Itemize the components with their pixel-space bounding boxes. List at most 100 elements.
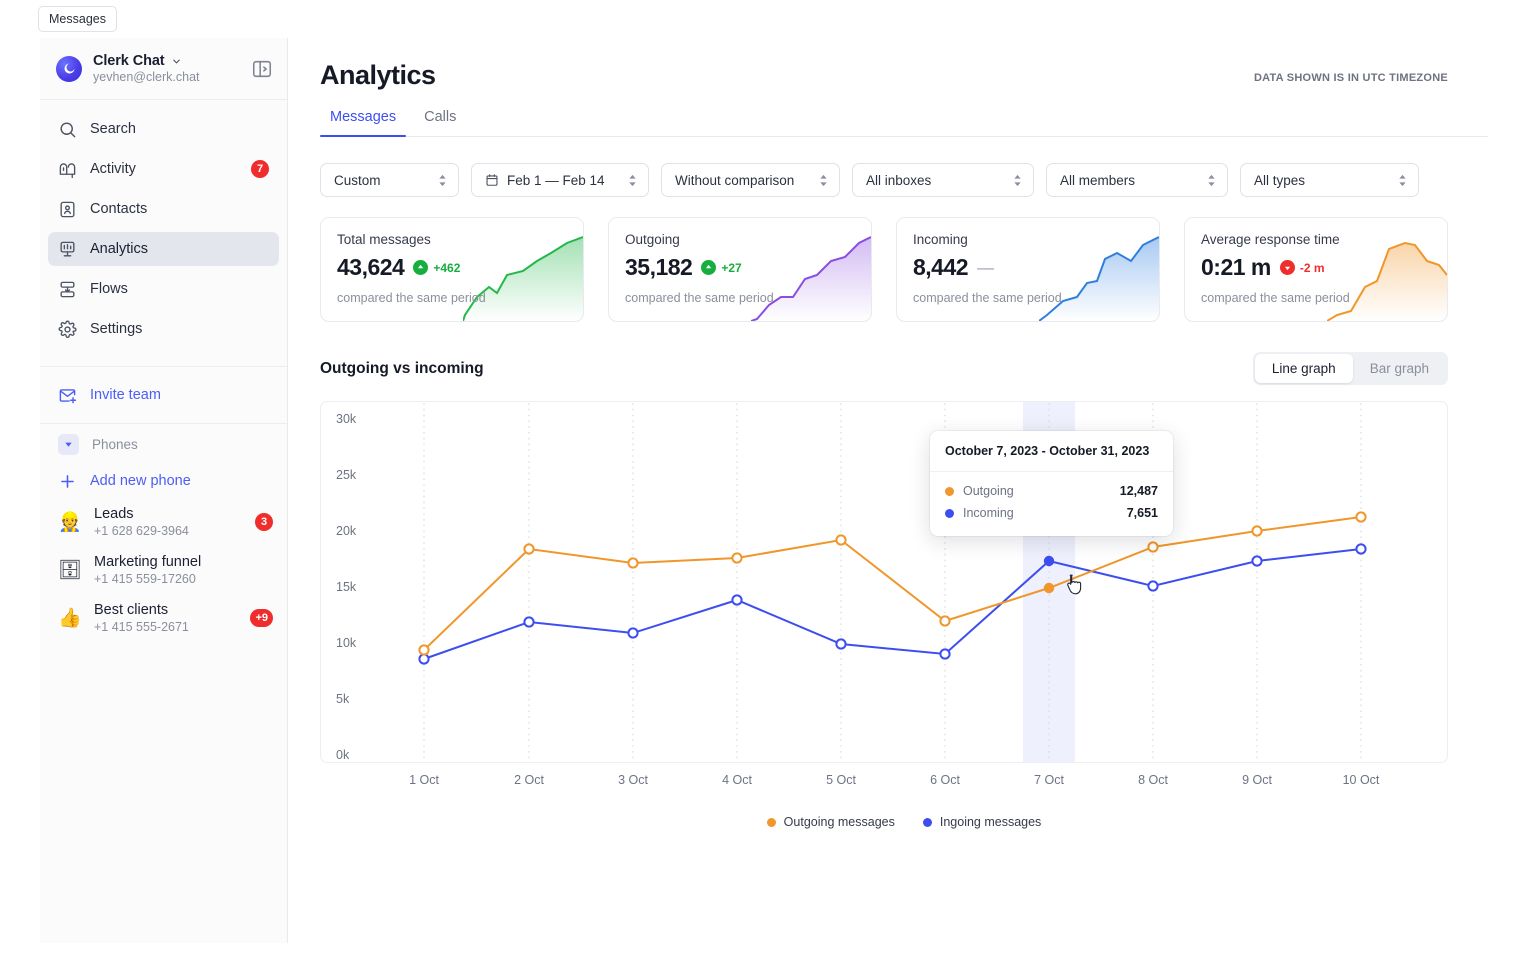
flows-icon — [60, 281, 75, 297]
series-markers-ingoing — [418, 543, 1367, 665]
analytics-icon — [60, 241, 75, 257]
kpi-delta: +462 — [413, 260, 460, 275]
tab-messages[interactable]: Messages — [320, 109, 407, 137]
kpi-delta: -2 m — [1279, 260, 1325, 275]
kpi-card-average-response-time: Average response time 0:21 m -2 m compar… — [1184, 217, 1448, 322]
range-preset-value: Custom — [334, 172, 381, 188]
comparison-value: Without comparison — [675, 172, 795, 188]
activity-badge: 7 — [251, 160, 269, 178]
chart-x-axis: 1 Oct 2 Oct 3 Oct 4 Oct 5 Oct 6 Oct 7 Oc… — [320, 773, 1448, 793]
y-tick-20k: 20k — [336, 524, 357, 538]
x-tick-5-oct: 5 Oct — [826, 773, 856, 787]
plus-icon — [61, 474, 74, 488]
kpi-delta-value: +27 — [721, 260, 742, 275]
kpi-title: Average response time — [1201, 232, 1340, 247]
types-select[interactable]: All types — [1240, 163, 1419, 197]
x-tick-8-oct: 8 Oct — [1138, 773, 1168, 787]
chart-plot-area[interactable]: 30k 25k 20k 15k 10k 5k 0k October 7, 202… — [320, 401, 1448, 763]
members-select[interactable]: All members — [1046, 163, 1228, 197]
y-tick-0k: 0k — [336, 748, 350, 762]
select-caret-icon — [439, 174, 446, 186]
active-marker-outgoing — [1043, 582, 1055, 594]
kpi-subtitle: compared the same period — [913, 291, 1062, 305]
sidebar-item-activity[interactable]: Activity 7 — [48, 152, 279, 186]
workspace-switcher[interactable]: Clerk Chat yevhen@clerk.chat — [40, 38, 287, 100]
kpi-value: 0:21 m — [1201, 254, 1271, 280]
types-value: All types — [1254, 172, 1306, 188]
gear-icon — [58, 320, 77, 338]
phone-item-leads[interactable]: 👷 Leads +1 628 629-3964 3 — [40, 498, 287, 546]
sidebar-item-analytics[interactable]: Analytics — [48, 232, 279, 266]
ingoing-color-dot-icon — [922, 817, 932, 827]
x-tick-3-oct: 3 Oct — [618, 773, 648, 787]
x-tick-9-oct: 9 Oct — [1242, 773, 1272, 787]
comparison-select[interactable]: Without comparison — [661, 163, 840, 197]
phones-section-header[interactable]: Phones — [40, 428, 287, 460]
kpi-title: Outgoing — [625, 232, 680, 247]
main-content: Analytics DATA SHOWN IS IN UTC TIMEZONE … — [288, 38, 1520, 943]
app-root: Messages Clerk Chat yevhen@clerk.chat Se… — [0, 0, 1520, 980]
tab-calls[interactable]: Calls — [414, 109, 466, 136]
toggle-panel-icon[interactable] — [251, 58, 273, 80]
workspace-email: yevhen@clerk.chat — [93, 70, 200, 84]
legend-item-outgoing[interactable]: Outgoing messages — [766, 815, 895, 829]
sidebar-item-search[interactable]: Search — [48, 112, 279, 146]
phone-badge: +9 — [250, 609, 273, 627]
page-title: Analytics — [320, 60, 436, 90]
kpi-card-outgoing: Outgoing 35,182 +27 compared the same pe… — [608, 217, 872, 322]
messages-chip[interactable]: Messages — [38, 6, 117, 32]
line-graph-toggle[interactable]: Line graph — [1254, 354, 1353, 383]
sidebar-item-contacts[interactable]: Contacts — [48, 192, 279, 226]
date-range-select[interactable]: Feb 1 — Feb 14 — [471, 163, 649, 197]
inboxes-select[interactable]: All inboxes — [852, 163, 1034, 197]
kpi-value: 35,182 — [625, 254, 693, 280]
series-line-ingoing — [423, 548, 1362, 660]
select-caret-icon — [629, 174, 636, 186]
add-new-phone-button[interactable]: Add new phone — [40, 464, 287, 498]
outgoing-color-dot-icon — [766, 817, 776, 827]
kpi-delta: +27 — [701, 260, 742, 275]
phone-item-marketing-funnel[interactable]: 🗄 Marketing funnel +1 415 559-17260 — [40, 546, 287, 594]
phone-number: +1 628 629-3964 — [94, 524, 189, 538]
phone-item-best-clients[interactable]: 👍 Best clients +1 415 555-2671 +9 — [40, 594, 287, 642]
active-marker-ingoing — [1043, 555, 1055, 567]
sidebar-item-label: Analytics — [90, 241, 149, 257]
select-caret-icon — [1014, 174, 1021, 186]
arrow-up-icon — [701, 260, 717, 275]
kpi-title: Incoming — [913, 232, 968, 247]
legend-item-ingoing[interactable]: Ingoing messages — [922, 815, 1041, 829]
sidebar-nav: Search Activity 7 Contacts Analytics Flo… — [40, 100, 287, 360]
page-header: Analytics DATA SHOWN IS IN UTC TIMEZONE — [288, 38, 1520, 91]
chart-tooltip: October 7, 2023 - October 31, 2023 Outgo… — [930, 431, 1173, 536]
chart-legend: Outgoing messages Ingoing messages — [288, 815, 1520, 829]
filters-bar: Custom Feb 1 — Feb 14 Without comparison… — [288, 137, 1520, 197]
arrow-down-icon — [1279, 260, 1295, 275]
sidebar-divider-top — [40, 366, 287, 367]
tooltip-series-name: Incoming — [963, 506, 1014, 520]
sidebar-divider-bottom — [40, 423, 287, 424]
inboxes-value: All inboxes — [866, 172, 932, 188]
select-caret-icon — [1208, 174, 1215, 186]
x-tick-10-oct: 10 Oct — [1342, 773, 1380, 787]
kpi-subtitle: compared the same period — [337, 291, 486, 305]
y-tick-10k: 10k — [336, 636, 357, 650]
sidebar-item-flows[interactable]: Flows — [48, 272, 279, 306]
kpi-cards: Total messages 43,624 +462 compared the … — [288, 197, 1520, 322]
phone-name: Marketing funnel — [94, 554, 202, 570]
tooltip-rows: Outgoing 12,487 Incoming 7,651 — [930, 472, 1173, 536]
invite-team-button[interactable]: Invite team — [40, 378, 287, 412]
tooltip-series-value: 7,651 — [1126, 506, 1158, 520]
sidebar-item-settings[interactable]: Settings — [48, 312, 279, 346]
thumbs-up-emoji-icon: 👍 — [58, 608, 82, 629]
mail-plus-icon — [59, 388, 77, 403]
sidebar-item-label: Search — [90, 121, 136, 137]
bar-graph-toggle[interactable]: Bar graph — [1353, 354, 1446, 383]
clerk-chat-logo-icon — [56, 55, 82, 82]
sidebar-item-label: Settings — [90, 321, 143, 337]
series-line-outgoing — [423, 516, 1362, 651]
date-range-value: Feb 1 — Feb 14 — [507, 172, 605, 188]
sidebar-item-label: Flows — [90, 281, 128, 297]
timezone-note: DATA SHOWN IS IN UTC TIMEZONE — [1253, 72, 1448, 84]
kpi-title: Total messages — [337, 232, 431, 247]
range-preset-select[interactable]: Custom — [320, 163, 459, 197]
